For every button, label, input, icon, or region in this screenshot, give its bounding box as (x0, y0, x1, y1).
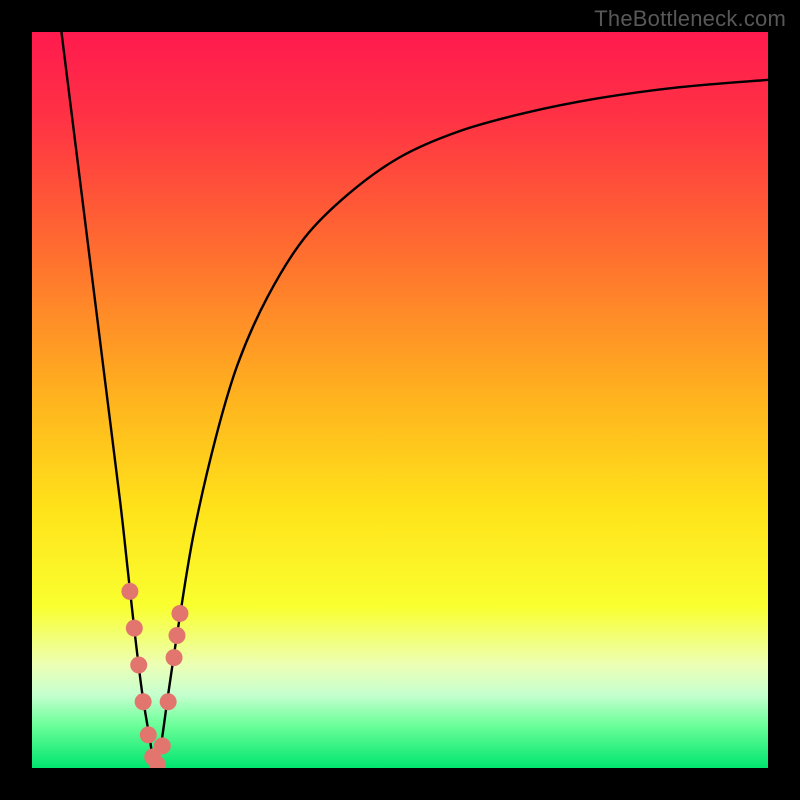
marker-dot (140, 726, 157, 743)
plot-area (32, 32, 768, 768)
chart-frame: TheBottleneck.com (0, 0, 800, 800)
watermark-text: TheBottleneck.com (594, 6, 786, 32)
marker-dot (135, 693, 152, 710)
marker-dot (160, 693, 177, 710)
marker-dot (121, 583, 138, 600)
marker-dot (154, 737, 171, 754)
marker-dot (168, 627, 185, 644)
marker-dot (126, 620, 143, 637)
marker-dot (166, 649, 183, 666)
marker-dot (130, 656, 147, 673)
chart-svg (32, 32, 768, 768)
marker-dot (171, 605, 188, 622)
